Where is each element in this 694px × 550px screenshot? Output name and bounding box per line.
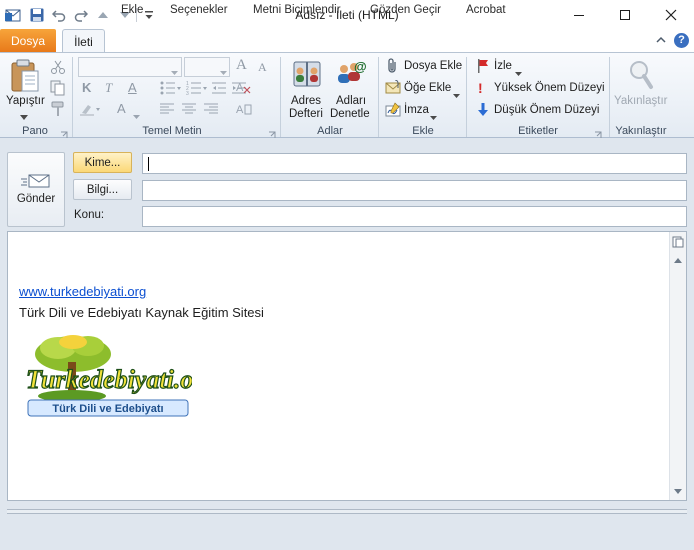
high-importance-icon: ! — [478, 80, 483, 96]
grow-font-icon[interactable]: A — [236, 57, 247, 74]
group-label-temel-metin: Temel Metin — [142, 125, 202, 137]
logo-subtext: Türk Dili ve Edebiyatı — [52, 403, 163, 415]
high-importance-button[interactable]: Yüksek Önem Düzeyi — [494, 82, 605, 94]
clear-formatting-icon[interactable]: A — [236, 79, 252, 98]
font-name-dropdown-icon[interactable] — [171, 64, 178, 78]
website-link[interactable]: www.turkedebiyati.org — [19, 284, 146, 299]
font-color-icon[interactable]: A — [117, 101, 126, 116]
follow-up-button[interactable]: İzle — [494, 60, 512, 72]
italic-icon[interactable]: T — [105, 80, 112, 96]
svg-text:@: @ — [354, 59, 366, 74]
highlight-icon[interactable] — [80, 102, 102, 119]
attach-item-button[interactable]: Öğe Ekle — [404, 82, 451, 94]
tab-file[interactable]: Dosya — [0, 29, 56, 52]
font-color-dropdown-icon[interactable] — [133, 108, 140, 122]
paperclip-icon — [386, 58, 400, 77]
align-right-icon[interactable] — [204, 103, 218, 118]
close-button[interactable] — [648, 0, 694, 30]
decrease-indent-icon[interactable] — [212, 81, 226, 98]
attach-file-button[interactable]: Dosya Ekle — [404, 60, 462, 72]
group-separator — [280, 57, 281, 137]
paste-icon[interactable] — [10, 59, 42, 95]
attach-item-dropdown-icon[interactable] — [453, 87, 460, 101]
paste-dropdown-icon[interactable] — [20, 109, 28, 123]
logo-text: Turkedebiyati.org — [26, 365, 192, 394]
attach-item-icon — [385, 79, 401, 99]
minimize-button[interactable] — [556, 0, 602, 30]
group-separator — [466, 57, 467, 137]
flag-icon — [477, 59, 489, 76]
text-cursor — [148, 157, 149, 171]
styles-icon[interactable]: A — [236, 101, 252, 120]
vertical-scrollbar[interactable] — [669, 232, 686, 500]
tab-gozden-gecir[interactable]: Gözden Geçir — [370, 4, 441, 22]
ribbon: Yapıştır Pano A A K T A 123 A A A Temel … — [0, 52, 694, 138]
bullets-icon[interactable] — [160, 81, 182, 98]
align-left-icon[interactable] — [160, 103, 174, 118]
signature-dropdown-icon[interactable] — [430, 109, 437, 123]
group-label-ekle: Ekle — [412, 125, 434, 137]
font-name-combobox[interactable] — [78, 57, 182, 77]
maximize-button[interactable] — [602, 0, 648, 30]
to-button[interactable]: Kime... — [73, 152, 132, 173]
low-importance-icon — [477, 103, 489, 120]
check-names-label-2[interactable]: Denetle — [330, 108, 370, 120]
signature-icon — [385, 102, 401, 121]
send-label: Gönder — [16, 193, 56, 205]
shrink-font-icon[interactable]: A — [258, 60, 267, 75]
paste-button-label[interactable]: Yapıştır — [6, 95, 45, 107]
message-body[interactable]: www.turkedebiyati.org Türk Dili ve Edebi… — [7, 231, 687, 501]
subject-field[interactable] — [142, 206, 687, 227]
title-bar: Adsız - İleti (HTML) — [0, 0, 694, 30]
address-book-icon[interactable] — [292, 59, 322, 92]
cc-field[interactable] — [142, 180, 687, 201]
group-label-etiketler: Etiketler — [518, 125, 558, 137]
address-book-label-2[interactable]: Defteri — [289, 108, 323, 120]
scroll-up-button[interactable] — [670, 252, 686, 268]
subject-label: Konu: — [74, 209, 105, 221]
copy-icon[interactable] — [50, 80, 66, 99]
align-center-icon[interactable] — [182, 103, 196, 118]
help-icon[interactable]: ? — [674, 33, 689, 48]
bold-icon[interactable]: K — [82, 80, 91, 95]
zoom-icon[interactable] — [628, 59, 654, 94]
svg-text:A: A — [236, 82, 244, 94]
page-view-icon[interactable] — [672, 236, 684, 251]
address-book-label-1[interactable]: Adres — [291, 95, 321, 107]
cut-icon[interactable] — [50, 59, 66, 78]
numbering-icon[interactable]: 123 — [186, 81, 208, 98]
low-importance-button[interactable]: Düşük Önem Düzeyi — [494, 104, 599, 116]
format-painter-icon[interactable] — [50, 101, 66, 120]
people-pane-splitter[interactable] — [7, 509, 687, 514]
tab-ekle[interactable]: Ekle — [121, 4, 143, 22]
tab-metni-bicimlendir[interactable]: Metni Biçimlendir — [253, 4, 341, 22]
scroll-down-button[interactable] — [670, 483, 686, 499]
follow-up-dropdown-icon[interactable] — [515, 65, 522, 79]
zoom-button-label[interactable]: Yakınlaştır — [614, 95, 667, 107]
group-label-yakinlastir: Yakınlaştır — [615, 125, 667, 137]
tab-ileti[interactable]: İleti — [62, 29, 105, 53]
font-size-dropdown-icon[interactable] — [220, 64, 227, 78]
signature-button[interactable]: İmza — [404, 104, 429, 116]
tab-secenekler[interactable]: Seçenekler — [170, 4, 228, 22]
to-field[interactable] — [142, 153, 687, 174]
help-arrow-icon[interactable] — [655, 34, 669, 48]
svg-text:3: 3 — [186, 91, 189, 95]
svg-text:A: A — [236, 104, 244, 116]
group-separator — [378, 57, 379, 137]
check-names-label-1[interactable]: Adları — [336, 95, 366, 107]
cc-button[interactable]: Bilgi... — [73, 179, 132, 200]
group-label-adlar: Adlar — [317, 125, 343, 137]
group-separator — [72, 57, 73, 137]
underline-icon[interactable]: A — [128, 80, 137, 95]
bottom-pane — [0, 505, 694, 550]
send-button[interactable]: Gönder — [7, 152, 65, 227]
check-names-icon[interactable]: @ — [334, 57, 367, 92]
tab-acrobat[interactable]: Acrobat — [466, 4, 506, 22]
send-icon — [21, 173, 51, 192]
body-tagline: Türk Dili ve Edebiyatı Kaynak Eğitim Sit… — [19, 305, 264, 320]
turkedebiyati-logo: Turkedebiyati.org Türk Dili ve Edebiyatı — [18, 332, 217, 424]
